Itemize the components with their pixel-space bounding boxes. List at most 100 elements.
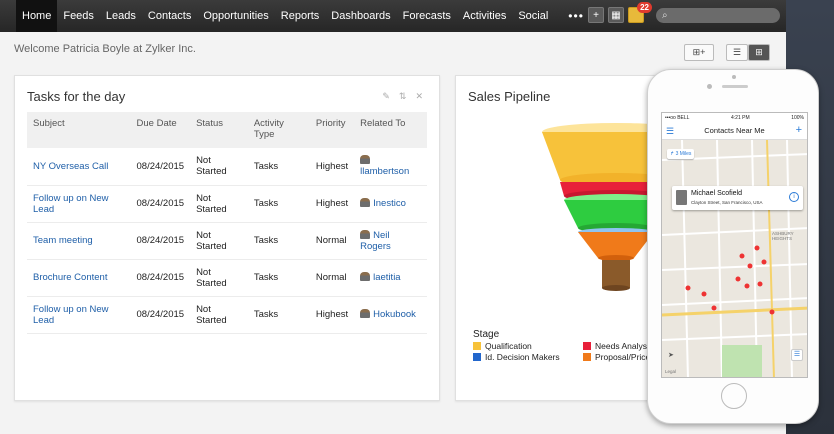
related-link[interactable]: Inestico <box>373 198 406 209</box>
cell-due: 08/24/2015 <box>130 296 191 334</box>
cell-due: 08/24/2015 <box>130 222 191 260</box>
cell-status: Not Started <box>190 185 248 223</box>
column-header[interactable]: Related To <box>354 112 427 148</box>
map-pin <box>769 309 775 315</box>
nav-item-social[interactable]: Social <box>512 0 554 32</box>
map-pin <box>761 259 767 265</box>
battery-label: 100% <box>791 114 804 121</box>
add-component-button[interactable]: ⊞+ <box>684 44 714 61</box>
table-row: Follow up on New Lead 08/24/2015 Not Start… <box>27 185 427 223</box>
cell-related[interactable]: Neil Rogers <box>354 222 427 260</box>
cell-type: Tasks <box>247 185 310 223</box>
column-header[interactable]: Subject <box>27 112 131 148</box>
nav-item-reports[interactable]: Reports <box>275 0 326 32</box>
location-arrow-icon[interactable]: ➤ <box>668 351 674 359</box>
cell-priority: Highest <box>309 148 355 186</box>
map-view[interactable] <box>662 140 808 378</box>
column-header[interactable]: Due Date <box>130 112 191 148</box>
nav-item-feeds[interactable]: Feeds <box>57 0 100 32</box>
contact-card[interactable]: Michael Scofield Clayton Street, San Fra… <box>672 186 803 210</box>
cell-priority: Normal <box>309 259 355 297</box>
legend-swatch <box>583 353 591 361</box>
add-icon[interactable]: + <box>588 7 604 23</box>
nav-item-dashboards[interactable]: Dashboards <box>325 0 396 32</box>
map-pin <box>744 283 750 289</box>
cell-due: 08/24/2015 <box>130 185 191 223</box>
cell-type: Tasks <box>247 259 310 297</box>
pipeline-panel-title: Sales Pipeline <box>468 89 551 104</box>
nav-item-activities[interactable]: Activities <box>457 0 512 32</box>
cell-due: 08/24/2015 <box>130 259 191 297</box>
legend-item: Needs Analysis <box>583 341 653 351</box>
cell-related[interactable]: llambertson <box>354 148 427 186</box>
related-link[interactable]: Hokubook <box>373 309 416 320</box>
cell-subject[interactable]: Team meeting <box>27 222 131 260</box>
time-label: 4:21 PM <box>731 114 750 121</box>
map-background <box>662 140 807 377</box>
list-view-icon[interactable]: ☰ <box>791 349 803 361</box>
column-header[interactable]: Activity Type <box>247 112 310 148</box>
nav-item-leads[interactable]: Leads <box>100 0 142 32</box>
header-icons: + ▦ 22 <box>588 2 652 23</box>
legend-swatch <box>583 342 591 350</box>
map-pin <box>685 285 691 291</box>
cell-subject[interactable]: Follow up on New Lead <box>27 185 131 223</box>
column-header[interactable]: Status <box>190 112 248 148</box>
top-navigation-bar: Home Feeds Leads Contacts Opportunities Repor… <box>0 0 786 32</box>
carrier-label: •••oo BELL <box>665 114 690 121</box>
contact-name: Michael Scofield <box>691 190 742 197</box>
tasks-table: Subject Due Date Status Activity Type Priori… <box>27 112 427 334</box>
cell-subject[interactable]: Follow up on New Lead <box>27 296 131 334</box>
grid-view-button[interactable]: ⊞ <box>748 44 770 61</box>
table-row: Brochure Content 08/24/2015 Not Started Tas… <box>27 259 427 297</box>
nav-item-home[interactable]: Home <box>16 0 58 32</box>
search-input[interactable]: ⌕ <box>656 8 780 23</box>
contact-icon <box>360 229 371 239</box>
legend-swatch <box>473 353 481 361</box>
cell-subject[interactable]: NY Overseas Call <box>27 148 131 186</box>
main-nav: Home Feeds Leads Contacts Opportunities Repor… <box>16 0 598 32</box>
phone-app-header: ☰ Contacts Near Me + <box>662 122 807 140</box>
view-toggle: ☰ ⊞ <box>726 44 770 61</box>
cell-related[interactable]: Hokubook <box>354 296 427 334</box>
nav-item-opportunities[interactable]: Opportunities <box>197 0 274 32</box>
notifications-icon[interactable]: 22 <box>628 2 652 23</box>
calendar-icon[interactable]: ▦ <box>608 7 624 23</box>
cell-priority: Normal <box>309 222 355 260</box>
contact-icon <box>360 155 371 165</box>
column-header[interactable]: Priority <box>309 112 355 148</box>
related-link[interactable]: laetitia <box>373 272 400 283</box>
edit-icon[interactable]: ✎ <box>382 91 390 102</box>
refresh-icon[interactable]: ⇅ <box>399 91 407 102</box>
legend-swatch <box>473 342 481 350</box>
phone-sensor <box>707 84 712 89</box>
map-pin <box>757 281 763 287</box>
map-pin <box>739 253 745 259</box>
cell-related[interactable]: Inestico <box>354 185 427 223</box>
cell-type: Tasks <box>247 148 310 186</box>
related-link[interactable]: llambertson <box>360 166 409 177</box>
cell-due: 08/24/2015 <box>130 148 191 186</box>
info-icon[interactable]: i <box>789 192 799 202</box>
cell-priority: Highest <box>309 185 355 223</box>
contact-address: Clayton Street, San Francisco, USA <box>691 200 763 205</box>
add-contact-icon[interactable]: + <box>796 124 802 136</box>
cell-status: Not Started <box>190 222 248 260</box>
table-row: Follow up on New Lead 08/24/2015 Not Start… <box>27 296 427 334</box>
distance-filter[interactable]: ↱ 3 Miles <box>667 149 695 159</box>
cell-subject[interactable]: Brochure Content <box>27 259 131 297</box>
cell-related[interactable]: laetitia <box>354 259 427 297</box>
table-row: Team meeting 08/24/2015 Not Started Tasks No… <box>27 222 427 260</box>
funnel-stage-5-bottom <box>602 285 630 291</box>
map-pin <box>747 263 753 269</box>
close-icon[interactable]: ✕ <box>415 91 423 102</box>
avatar <box>676 190 687 205</box>
panel-tools: ✎ ⇅ ✕ <box>382 91 423 102</box>
map-label-legal[interactable]: Legal <box>665 369 676 374</box>
nav-item-contacts[interactable]: Contacts <box>142 0 197 32</box>
contact-icon <box>360 272 371 281</box>
list-view-button[interactable]: ☰ <box>726 44 748 61</box>
legend-title: Stage <box>473 329 500 340</box>
nav-item-forecasts[interactable]: Forecasts <box>397 0 457 32</box>
contact-icon <box>360 309 371 318</box>
